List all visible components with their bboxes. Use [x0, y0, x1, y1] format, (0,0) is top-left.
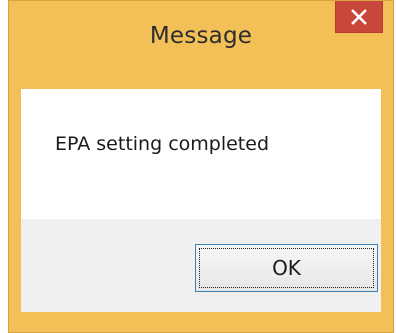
- dialog-footer: OK: [21, 219, 381, 312]
- ok-button-label: OK: [199, 248, 374, 288]
- message-text: EPA setting completed: [55, 133, 270, 155]
- close-icon: [351, 8, 367, 25]
- close-button[interactable]: [335, 1, 383, 33]
- title-bar[interactable]: Message: [9, 1, 393, 89]
- message-dialog: Message EPA setting completed OK: [8, 0, 394, 333]
- ok-button[interactable]: OK: [195, 244, 378, 292]
- page: Message EPA setting completed OK: [0, 0, 396, 333]
- message-area: EPA setting completed: [21, 89, 381, 219]
